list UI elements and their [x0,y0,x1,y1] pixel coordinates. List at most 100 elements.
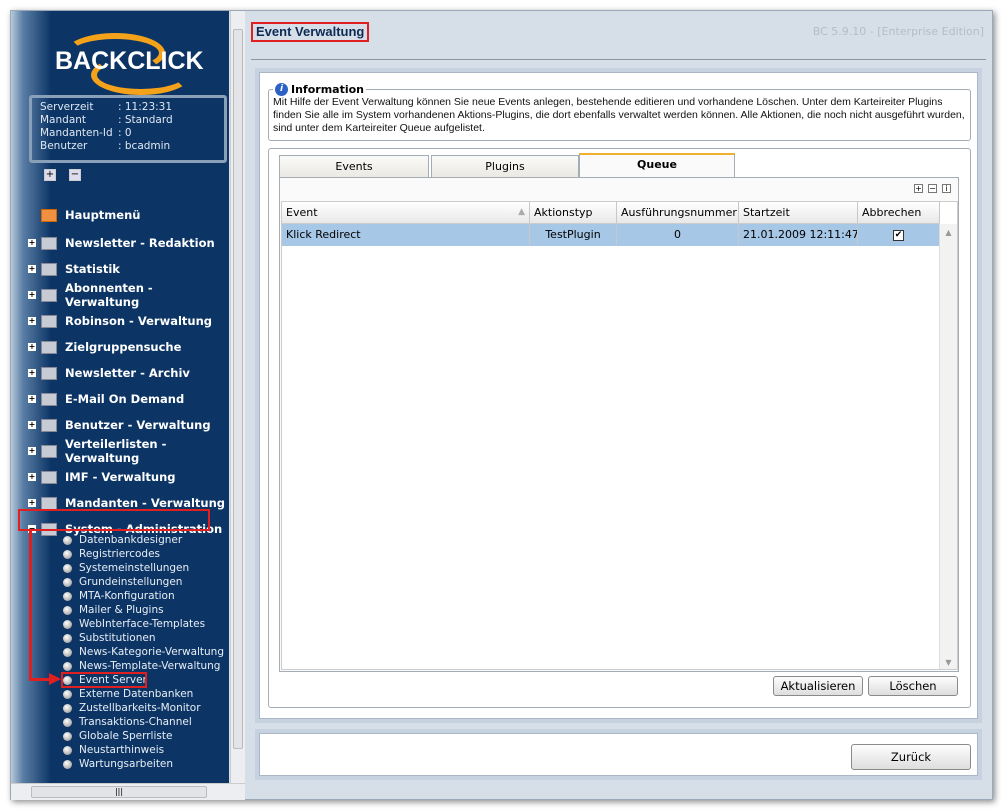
sidebar-item-label: Statistik [65,262,120,276]
table-scrollbar[interactable]: ▲ ▼ [939,224,957,669]
collapse-all-button[interactable]: − [69,169,81,181]
info-value: : Standard [118,114,173,126]
content-panel: i Information Mit Hilfe der Event Verwalt… [259,72,978,719]
sidebar-subitem[interactable]: News-Template-Verwaltung [63,659,220,673]
sidebar-subitem[interactable]: Externe Datenbanken [63,687,193,701]
server-info-box: Serverzeit: 11:23:31 Mandant : Standard Man… [29,95,227,163]
information-text: Mit Hilfe der Event Verwaltung können Si… [273,96,965,134]
sidebar-subitem[interactable]: WebInterface-Templates [63,617,205,631]
bullet-icon [63,563,72,573]
back-button[interactable]: Zurück [851,744,971,770]
sidebar-item-label: Verteilerlisten - Verwaltung [65,437,167,465]
cell-event: Klick Redirect [282,224,530,246]
sidebar-vertical-scrollbar[interactable] [230,11,245,783]
folder-icon [41,288,57,302]
sidebar-item-label: Newsletter - Archiv [65,366,190,380]
sidebar-item[interactable]: + Zielgruppensuche [11,337,229,357]
info-icon[interactable]: i [942,184,951,193]
sidebar-item-label: Mandanten - Verwaltung [65,496,226,510]
expand-icon[interactable]: + [28,343,36,351]
delete-button[interactable]: Löschen [868,676,958,696]
refresh-button[interactable]: Aktualisieren [773,676,863,696]
sidebar-subitem-label: MTA-Konfiguration [79,590,175,602]
expand-icon[interactable]: + [28,499,36,507]
abbrechen-checkbox[interactable]: ✔ [893,229,904,241]
column-header-abbrechen[interactable]: Abbrechen [858,202,940,223]
sidebar-item-label: Hauptmenü [65,208,141,222]
sidebar-subitem[interactable]: Globale Sperrliste [63,729,172,743]
sidebar-item[interactable]: + Statistik [11,259,229,279]
server-info-row: Serverzeit: 11:23:31 [40,101,216,114]
expand-icon[interactable]: + [28,291,36,299]
bullet-icon [63,577,72,587]
divider [251,59,986,60]
column-header-ausfuehrungsnummer[interactable]: Ausführungsnummer [617,202,739,223]
expand-icon[interactable]: + [28,369,36,377]
sidebar-subitem[interactable]: Substitutionen [63,631,156,645]
column-header-aktionstyp[interactable]: Aktionstyp [530,202,617,223]
information-legend: Information [291,83,364,96]
sidebar-item[interactable]: + E-Mail On Demand [11,389,229,409]
sidebar-item[interactable]: + Benutzer - Verwaltung [11,415,229,435]
sidebar-subitem-label: Systemeinstellungen [79,562,190,574]
table-row[interactable]: Klick Redirect TestPlugin 0 21.01.2009 1… [282,224,940,246]
expand-icon[interactable]: + [28,317,36,325]
sidebar-subitem-label: Zustellbarkeits-Monitor [79,702,201,714]
sidebar-item[interactable]: + Newsletter - Archiv [11,363,229,383]
column-header-event[interactable]: Event ▲ [282,202,530,223]
bullet-icon [63,703,72,713]
info-icon: i [275,83,288,96]
highlight-system-admin [18,509,210,531]
sidebar-subitem[interactable]: Wartungsarbeiten [63,757,173,771]
sidebar-item-label: Zielgruppensuche [65,340,182,354]
sidebar-subitem[interactable]: Zustellbarkeits-Monitor [63,701,201,715]
sidebar-subitem[interactable]: Neustarthinweis [63,743,164,757]
folder-icon [41,236,57,250]
info-value: : 11:23:31 [118,101,173,113]
tab-events[interactable]: Events [279,155,429,177]
sidebar-subitem[interactable]: Grundeinstellungen [63,575,182,589]
expand-icon[interactable]: + [28,421,36,429]
folder-icon [41,340,57,354]
sidebar-subitem[interactable]: Transaktions-Channel [63,715,192,729]
sidebar-subitem[interactable]: MTA-Konfiguration [63,589,175,603]
expand-icon[interactable]: + [28,395,36,403]
bullet-icon [63,745,72,755]
tab-plugins[interactable]: Plugins [431,155,579,177]
expand-icon[interactable]: + [28,473,36,481]
sidebar-subitem[interactable]: Datenbankdesigner [63,533,182,547]
sidebar-subitem[interactable]: Registriercodes [63,547,160,561]
sidebar-item[interactable]: + Abonnenten - Verwaltung [11,281,229,309]
folder-icon [41,496,57,510]
sidebar-subitem-label: Grundeinstellungen [79,576,183,588]
expand-icon[interactable]: + [28,239,36,247]
sidebar-subitem-label: Wartungsarbeiten [79,758,174,770]
expand-icon[interactable]: + [914,184,923,193]
sidebar-subitem-label: News-Template-Verwaltung [79,660,221,672]
arrow-head-icon [49,673,61,685]
expand-icon[interactable]: + [28,265,36,273]
expand-all-button[interactable]: + [44,169,56,181]
server-info-row: Mandant : Standard [40,114,216,127]
column-header-startzeit[interactable]: Startzeit [739,202,858,223]
sidebar-subitem-label: Registriercodes [79,548,161,560]
table-header: Event ▲ Aktionstyp Ausführungsnummer Star… [282,202,940,224]
cell-aktionstyp: TestPlugin [530,224,617,246]
bullet-icon [63,689,72,699]
sidebar-item[interactable]: + Newsletter - Redaktion [11,233,229,253]
sidebar-item[interactable]: Hauptmenü [11,205,229,225]
tab-queue[interactable]: Queue [579,153,735,177]
expand-icon[interactable]: + [28,447,36,455]
sidebar-item[interactable]: + IMF - Verwaltung [11,467,229,487]
bullet-icon [63,619,72,629]
sidebar-subitem[interactable]: Systemeinstellungen [63,561,189,575]
sidebar-subitem[interactable]: News-Kategorie-Verwaltung [63,645,224,659]
sidebar-horizontal-scrollbar[interactable]: ||| [11,783,245,800]
folder-icon [41,262,57,276]
sidebar-item[interactable]: + Verteilerlisten - Verwaltung [11,437,229,465]
collapse-icon[interactable]: − [928,184,937,193]
info-key: Mandant [40,114,87,126]
sidebar-item[interactable]: + Robinson - Verwaltung [11,311,229,331]
sidebar-subitem[interactable]: Mailer & Plugins [63,603,164,617]
cell-nummer: 0 [617,224,739,246]
